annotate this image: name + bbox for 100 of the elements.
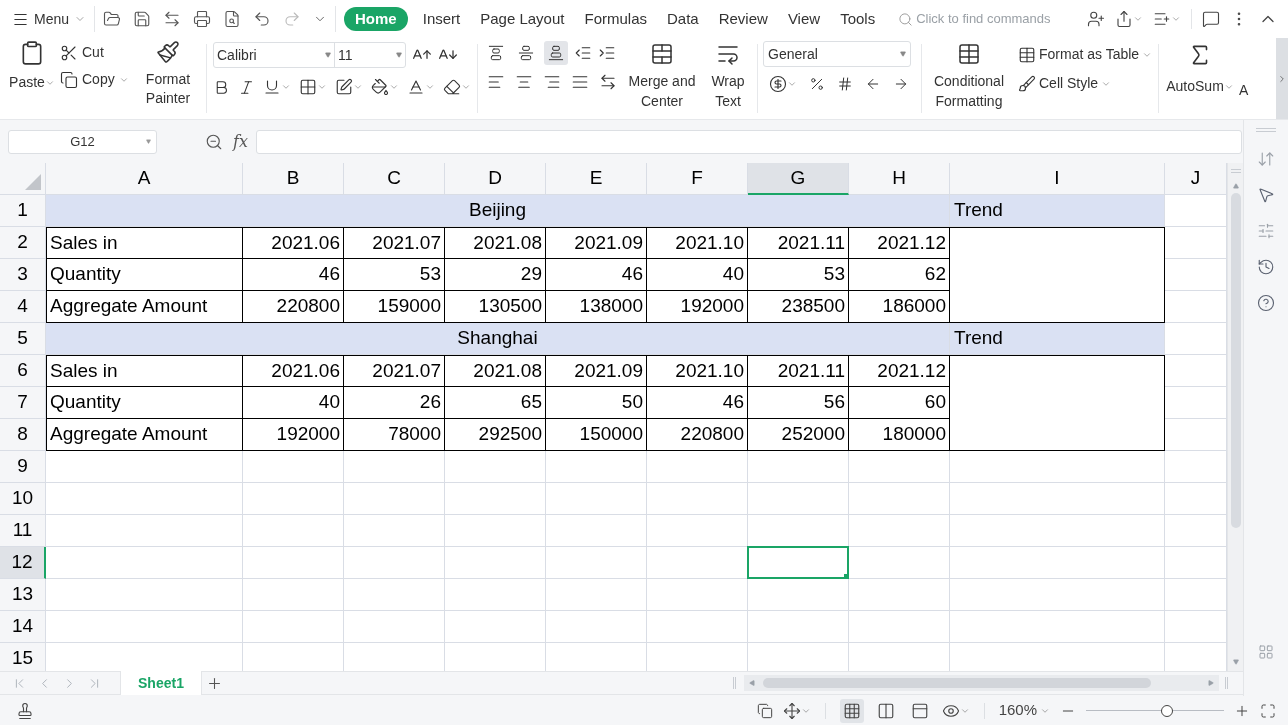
cell-edit-icon[interactable] xyxy=(335,78,353,96)
distribute-icon[interactable] xyxy=(599,73,617,91)
align-left-icon[interactable] xyxy=(487,73,505,91)
font-color-icon[interactable] xyxy=(407,78,425,96)
undo-icon[interactable] xyxy=(253,10,272,28)
column-header[interactable]: A xyxy=(46,163,243,195)
zoom-slider[interactable] xyxy=(1086,704,1224,717)
copy-icon[interactable] xyxy=(60,70,78,89)
column-header[interactable]: F xyxy=(647,163,748,195)
scrollbar-thumb[interactable] xyxy=(1230,193,1241,528)
cut-button[interactable]: Cut xyxy=(60,42,132,63)
row-header[interactable]: 5 xyxy=(0,323,46,355)
indent-increase-icon[interactable] xyxy=(598,44,616,62)
fill-color-icon[interactable] xyxy=(371,78,389,96)
function-label[interactable]: fx xyxy=(233,129,248,154)
macro-icon[interactable] xyxy=(16,701,34,720)
ribbon-tab[interactable]: View xyxy=(778,6,830,32)
row-header[interactable]: 1 xyxy=(0,195,46,227)
hash-icon[interactable] xyxy=(837,76,853,92)
caret-icon[interactable] xyxy=(900,51,906,57)
share-icon[interactable] xyxy=(1115,10,1133,28)
paste-button[interactable]: Paste xyxy=(10,40,54,119)
row-header[interactable]: 4 xyxy=(0,291,46,323)
column-header[interactable]: J xyxy=(1165,163,1227,195)
row-header[interactable]: 13 xyxy=(0,579,46,611)
print-icon[interactable] xyxy=(193,10,212,28)
menu-button[interactable]: Menu xyxy=(12,8,87,30)
align-right-icon[interactable] xyxy=(543,73,561,91)
italic-icon[interactable] xyxy=(238,78,255,96)
ribbon-tab[interactable]: Tools xyxy=(831,6,885,32)
row-header[interactable]: 2 xyxy=(0,227,46,259)
ribbon-tab[interactable]: Insert xyxy=(413,6,470,32)
folder-icon[interactable] xyxy=(103,10,122,28)
ribbon-tab[interactable]: Data xyxy=(658,6,708,32)
comment-icon[interactable] xyxy=(1202,10,1220,28)
column-header[interactable]: I xyxy=(950,163,1165,195)
preview-icon[interactable] xyxy=(223,10,242,28)
row-header[interactable]: 9 xyxy=(0,451,46,483)
row-header[interactable]: 10 xyxy=(0,483,46,515)
underline-icon[interactable] xyxy=(263,78,281,96)
align-center-icon[interactable] xyxy=(515,73,533,91)
crosshair-icon[interactable] xyxy=(782,701,801,720)
list-icon[interactable] xyxy=(1153,10,1171,28)
column-header[interactable]: D xyxy=(445,163,546,195)
format-painter-button[interactable]: Format Painter xyxy=(138,40,198,119)
caret-icon[interactable] xyxy=(146,139,151,144)
ribbon-tab[interactable]: Review xyxy=(709,6,777,32)
value-cell: 2021.08 xyxy=(445,227,546,259)
autosum-button[interactable]: AutoSum xyxy=(1163,38,1237,119)
row-header[interactable]: 7 xyxy=(0,387,46,419)
wrap-text-button[interactable]: Wrap Text xyxy=(705,38,751,119)
add-user-icon[interactable] xyxy=(1087,10,1105,28)
save-icon[interactable] xyxy=(133,10,152,28)
justify-icon[interactable] xyxy=(571,73,589,91)
history-icon[interactable] xyxy=(1257,258,1275,276)
paintbrush-icon[interactable] xyxy=(156,40,180,64)
zoom-icon[interactable] xyxy=(205,132,223,151)
name-box[interactable]: G12 xyxy=(8,129,157,154)
column-header[interactable]: B xyxy=(243,163,344,195)
row-header[interactable]: 8 xyxy=(0,419,46,451)
ribbon-tab[interactable]: Page Layout xyxy=(471,6,574,32)
convert-icon[interactable] xyxy=(163,10,182,28)
zoom-select[interactable]: 160% xyxy=(998,699,1050,722)
value-cell: 46 xyxy=(647,387,748,419)
formula-field[interactable] xyxy=(255,129,1242,154)
number-format-select[interactable]: General xyxy=(763,41,911,67)
borders-icon[interactable] xyxy=(299,78,317,96)
conditional-formatting-button[interactable]: Conditional Formatting xyxy=(926,38,1012,119)
help-icon[interactable] xyxy=(1257,294,1275,312)
cell-style-button[interactable]: Cell Style xyxy=(1018,73,1158,94)
brush-icon[interactable] xyxy=(1018,74,1036,93)
row-header[interactable]: 3 xyxy=(0,259,46,291)
scissors-icon[interactable] xyxy=(60,43,78,62)
merge-cells-icon[interactable] xyxy=(650,42,674,66)
column-header[interactable]: H xyxy=(849,163,950,195)
row-header[interactable]: 15 xyxy=(0,643,46,671)
ribbon-tab[interactable]: Formulas xyxy=(575,6,656,32)
column-header[interactable]: G xyxy=(748,163,849,195)
percent-icon[interactable] xyxy=(809,76,825,92)
format-as-table-button[interactable]: Format as Table xyxy=(1018,44,1158,65)
row-header[interactable]: 11 xyxy=(0,515,46,547)
search-field[interactable]: Click to find commands xyxy=(916,9,1082,29)
slider-thumb[interactable] xyxy=(1161,704,1174,717)
column-header[interactable]: E xyxy=(546,163,647,195)
copy-button[interactable]: Copy xyxy=(60,69,132,90)
row-header[interactable]: 14 xyxy=(0,611,46,643)
column-header[interactable]: C xyxy=(344,163,445,195)
ribbon-label[interactable]: A xyxy=(1239,80,1249,119)
sliders-icon[interactable] xyxy=(1257,222,1275,240)
table-icon[interactable] xyxy=(957,42,981,66)
eraser-icon[interactable] xyxy=(443,78,461,96)
copy-icon[interactable] xyxy=(756,702,773,719)
row-header[interactable]: 6 xyxy=(0,355,46,387)
currency-icon[interactable] xyxy=(769,75,787,93)
active-cell[interactable] xyxy=(747,546,849,579)
merge-center-button[interactable]: Merge and Center xyxy=(623,38,701,119)
value-cell: 2021.07 xyxy=(344,355,445,387)
row-header[interactable]: 12 xyxy=(0,547,46,579)
indent-decrease-icon[interactable] xyxy=(574,44,592,62)
pointer-icon[interactable] xyxy=(1257,186,1275,204)
